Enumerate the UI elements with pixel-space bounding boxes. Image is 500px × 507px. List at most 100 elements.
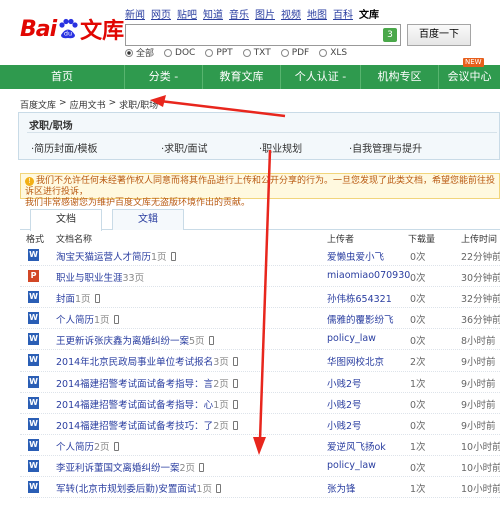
- page-count: 1页: [151, 252, 167, 263]
- filetype-radio[interactable]: PPT: [205, 47, 233, 58]
- doc-title[interactable]: 个人简历2页: [56, 439, 119, 453]
- filetype-radio[interactable]: XLS: [319, 48, 347, 58]
- table-row[interactable]: P 职业与职业生涯33页 miaomiao070930 0次 30分钟前: [20, 266, 500, 288]
- col-downloads[interactable]: 下载量: [408, 232, 435, 245]
- search-input[interactable]: [126, 25, 376, 45]
- doc-title-text[interactable]: 2014福建招警考试面试备考指导：心: [56, 400, 213, 411]
- uploader-link[interactable]: 小贱2号: [327, 397, 362, 411]
- table-row[interactable]: W 个人简历1页 儒雅的覆影纷飞 0次 36分钟前: [20, 308, 500, 330]
- doc-title[interactable]: 2014福建招警考试面试备考技巧：了2页: [56, 418, 238, 432]
- radio-icon[interactable]: [319, 48, 328, 57]
- tab-documents[interactable]: 文档: [30, 209, 102, 231]
- doc-title[interactable]: 个人简历1页: [56, 312, 119, 326]
- uploader-link[interactable]: 华图网校北京: [327, 354, 384, 368]
- upload-time: 10小时前: [461, 441, 500, 453]
- table-row[interactable]: W 淘宝天猫运营人才简历1页 爱懒虫爱小飞 0次 22分钟前: [20, 245, 500, 267]
- table-row[interactable]: W 军转(北京市规划委后勤)安置面试1页 张为锋 1次 10小时前: [20, 477, 500, 499]
- subcat-self[interactable]: ·自我管理与提升: [349, 140, 422, 155]
- nav-meeting[interactable]: 会议中心: [439, 65, 500, 89]
- input-method-badge[interactable]: 3: [383, 28, 397, 42]
- radio-icon[interactable]: [242, 48, 251, 57]
- doc-title-text[interactable]: 2014福建招警考试面试备考技巧：了: [56, 421, 213, 432]
- doc-title-text[interactable]: 2014年北京民政局事业单位考试报名: [56, 357, 213, 368]
- tab-collections[interactable]: 文辑: [112, 209, 184, 230]
- table-row[interactable]: W 2014年北京民政局事业单位考试报名3页 华图网校北京 2次 9小时前: [20, 350, 500, 372]
- doc-title[interactable]: 军转(北京市规划委后勤)安置面试1页: [56, 481, 221, 495]
- doc-title[interactable]: 淘宝天猫运营人才简历1页: [56, 249, 176, 263]
- filetype-label: PPT: [216, 47, 233, 58]
- uploader-link[interactable]: 爱懒虫爱小飞: [327, 249, 384, 263]
- search-button[interactable]: 百度一下: [407, 24, 471, 46]
- nav-category[interactable]: 分类 -: [125, 65, 203, 89]
- subcat-career[interactable]: ·职业规划: [259, 140, 302, 155]
- uploader-link[interactable]: 儒雅的覆影纷飞: [327, 312, 394, 326]
- search-box[interactable]: 3: [125, 24, 401, 46]
- uploader-link[interactable]: 小贱2号: [327, 418, 362, 432]
- doc-title-text[interactable]: 2014福建招警考试面试备考指导：言: [56, 379, 213, 390]
- radio-icon[interactable]: [280, 48, 289, 57]
- subcat-resume[interactable]: ·简历封面/模板: [31, 140, 98, 155]
- nav-edu[interactable]: 教育文库: [203, 65, 281, 89]
- word-file-icon: W: [28, 333, 39, 346]
- uploader-link[interactable]: miaomiao070930: [327, 270, 410, 281]
- nav-org[interactable]: 机构专区: [361, 65, 439, 89]
- topnav-link[interactable]: 贴吧: [177, 6, 197, 21]
- doc-title[interactable]: 2014年北京民政局事业单位考试报名3页: [56, 354, 238, 368]
- topnav-link[interactable]: 地图: [307, 6, 327, 21]
- doc-title[interactable]: 封面1页: [56, 291, 100, 305]
- table-row[interactable]: W 王更新诉张庆鑫为离婚纠纷一案5页 policy_law 0次 8小时前: [20, 329, 500, 351]
- topnav-link[interactable]: 文库: [359, 6, 379, 21]
- table-row[interactable]: W 2014福建招警考试面试备考指导：心1页 小贱2号 0次 9小时前: [20, 393, 500, 414]
- uploader-link[interactable]: 小贱2号: [327, 376, 362, 390]
- radio-icon[interactable]: [164, 48, 173, 57]
- doc-title-text[interactable]: 淘宝天猫运营人才简历: [56, 252, 151, 263]
- copyright-notice: ! 我们不允许任何未经著作权人同意而将其作品进行上传和公开分享的行为。一旦您发现了…: [20, 173, 500, 208]
- doc-title[interactable]: 职业与职业生涯33页: [56, 270, 144, 284]
- doc-title-text[interactable]: 封面: [56, 294, 75, 305]
- topnav-link[interactable]: 网页: [151, 6, 171, 21]
- uploader-link[interactable]: policy_law: [327, 460, 376, 471]
- download-count: 0次: [410, 315, 426, 327]
- table-row[interactable]: W 个人简历2页 爱逆风飞扬ok 1次 10小时前: [20, 435, 500, 456]
- doc-title-text[interactable]: 个人简历: [56, 442, 94, 453]
- mobile-icon: [232, 357, 238, 367]
- crumb-app-docs[interactable]: 应用文书: [70, 98, 106, 111]
- doc-title[interactable]: 2014福建招警考试面试备考指导：心1页: [56, 397, 238, 411]
- doc-title[interactable]: 李亚利诉董国文离婚纠纷一案2页: [56, 460, 205, 474]
- baidu-wenku-logo[interactable]: Bai du 文库: [20, 14, 124, 45]
- nav-cert[interactable]: 个人认证 -: [281, 65, 361, 89]
- doc-title[interactable]: 王更新诉张庆鑫为离婚纠纷一案5页: [56, 333, 214, 347]
- nav-home[interactable]: 首页: [0, 65, 125, 89]
- uploader-link[interactable]: policy_law: [327, 333, 376, 344]
- uploader-link[interactable]: 张为锋: [327, 481, 356, 495]
- col-time[interactable]: 上传时间: [461, 232, 497, 245]
- uploader-link[interactable]: 爱逆风飞扬ok: [327, 439, 386, 453]
- filetype-radio[interactable]: TXT: [242, 48, 271, 58]
- filetype-radio[interactable]: 全部: [125, 46, 154, 59]
- doc-title-text[interactable]: 军转(北京市规划委后勤)安置面试: [56, 484, 196, 495]
- doc-title[interactable]: 2014福建招警考试面试备考指导：言2页: [56, 376, 238, 390]
- topnav-link[interactable]: 视频: [281, 6, 301, 21]
- topnav-link[interactable]: 知道: [203, 6, 223, 21]
- table-row[interactable]: W 2014福建招警考试面试备考指导：言2页 小贱2号 1次 9小时前: [20, 372, 500, 393]
- filetype-radio[interactable]: PDF: [280, 48, 309, 58]
- subcat-interview[interactable]: ·求职/面试: [161, 140, 208, 155]
- doc-title-text[interactable]: 王更新诉张庆鑫为离婚纠纷一案: [56, 336, 189, 347]
- topnav-link[interactable]: 新闻: [125, 6, 145, 21]
- doc-title-text[interactable]: 个人简历: [56, 315, 94, 326]
- doc-title-text[interactable]: 职业与职业生涯: [56, 273, 123, 284]
- table-row[interactable]: W 封面1页 孙伟栋654321 0次 32分钟前: [20, 287, 500, 309]
- crumb-wenku[interactable]: 百度文库: [20, 98, 56, 111]
- page-count: 1页: [94, 315, 110, 327]
- filetype-radio[interactable]: DOC: [164, 48, 195, 58]
- table-row[interactable]: W 2014福建招警考试面试备考技巧：了2页 小贱2号 0次 9小时前: [20, 414, 500, 435]
- topnav-link[interactable]: 音乐: [229, 6, 249, 21]
- uploader-link[interactable]: 孙伟栋654321: [327, 291, 392, 305]
- radio-icon[interactable]: [125, 48, 133, 57]
- radio-icon[interactable]: [205, 48, 214, 57]
- table-row[interactable]: W 李亚利诉董国文离婚纠纷一案2页 policy_law 0次 10小时前: [20, 456, 500, 478]
- col-uploader: 上传者: [327, 235, 355, 245]
- doc-title-text[interactable]: 李亚利诉董国文离婚纠纷一案: [56, 463, 180, 474]
- topnav-link[interactable]: 图片: [255, 6, 275, 21]
- topnav-link[interactable]: 百科: [333, 6, 353, 21]
